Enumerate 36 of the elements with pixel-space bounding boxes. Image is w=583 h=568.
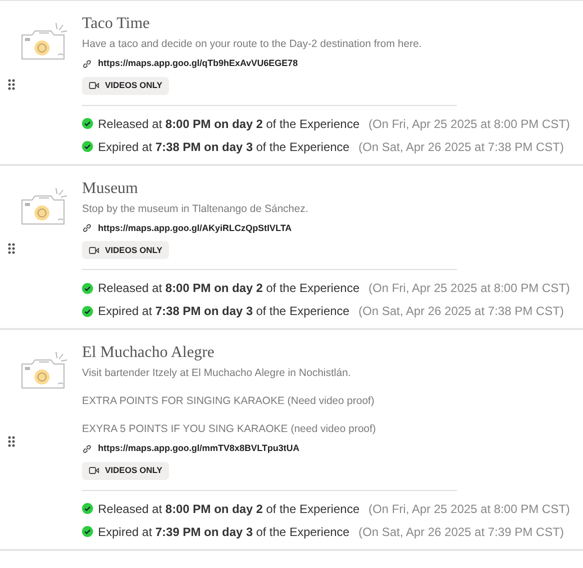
item-title: Museum	[82, 178, 139, 198]
schedule-text: Expired at 7:38 PM on day 3 of the Experience	[98, 138, 350, 156]
schedule-date: (On Sat, Apr 26 2025 at 7:39 PM CST)	[358, 524, 564, 540]
map-link[interactable]: https://maps.app.goo.gl/AKyiRLCzQpStIVLTA	[98, 222, 292, 235]
schedule-date: (On Sat, Apr 26 2025 at 7:38 PM CST)	[358, 138, 564, 156]
schedule-date: (On Fri, Apr 25 2025 at 8:00 PM CST)	[368, 116, 570, 132]
schedule-date: (On Sat, Apr 26 2025 at 7:38 PM CST)	[358, 303, 564, 320]
schedule-text: Released at 8:00 PM on day 2 of the Experience	[98, 280, 360, 297]
schedule-date: (On Fri, Apr 25 2025 at 8:00 PM CST)	[368, 500, 570, 518]
badge-label: VIDEOS ONLY	[105, 244, 162, 256]
item-description: EXYRA 5 POINTS IF YOU SING KARAOKE (need video proof)	[82, 422, 377, 436]
drag-handle-icon[interactable]	[8, 436, 14, 447]
drag-handle-icon[interactable]	[8, 78, 14, 90]
video-icon	[89, 467, 99, 474]
badge-label: VIDEOS ONLY	[105, 79, 162, 92]
drag-handle-icon[interactable]	[8, 243, 14, 254]
map-link[interactable]: https://maps.app.goo.gl/mmTV8x8BVLTpu3tUA	[98, 442, 300, 456]
link-icon	[82, 223, 92, 234]
item-title: Taco Time	[82, 14, 151, 34]
schedule-text: Released at 8:00 PM on day 2 of the Experience	[98, 500, 360, 518]
link-icon	[82, 58, 92, 69]
link-icon	[82, 444, 92, 454]
schedule-text: Released at 8:00 PM on day 2 of the Experience	[98, 116, 360, 132]
item-description: EXTRA POINTS FOR SINGING KARAOKE (Need video proof)	[82, 394, 376, 408]
video-icon	[89, 246, 99, 254]
item-description: Visit bartender Itzely at El Muchacho Alegre in Nochistlán.	[82, 366, 352, 380]
item-description: Have a taco and decide on your route to the Day-2 destination from here.	[82, 37, 423, 51]
video-icon	[89, 82, 99, 89]
map-link[interactable]: https://maps.app.goo.gl/qTb9hExAvVU6EGE78	[98, 57, 298, 70]
schedule-text: Expired at 7:38 PM on day 3 of the Experience	[98, 303, 350, 320]
schedule-text: Expired at 7:39 PM on day 3 of the Experience	[98, 524, 350, 540]
schedule-date: (On Fri, Apr 25 2025 at 8:00 PM CST)	[368, 280, 570, 297]
badge-label: VIDEOS ONLY	[105, 464, 162, 477]
item-description: Stop by the museum in Tlaltenango de Sánchez.	[82, 202, 310, 216]
item-title: El Muchacho Alegre	[82, 343, 216, 363]
camera-icon	[20, 186, 70, 228]
